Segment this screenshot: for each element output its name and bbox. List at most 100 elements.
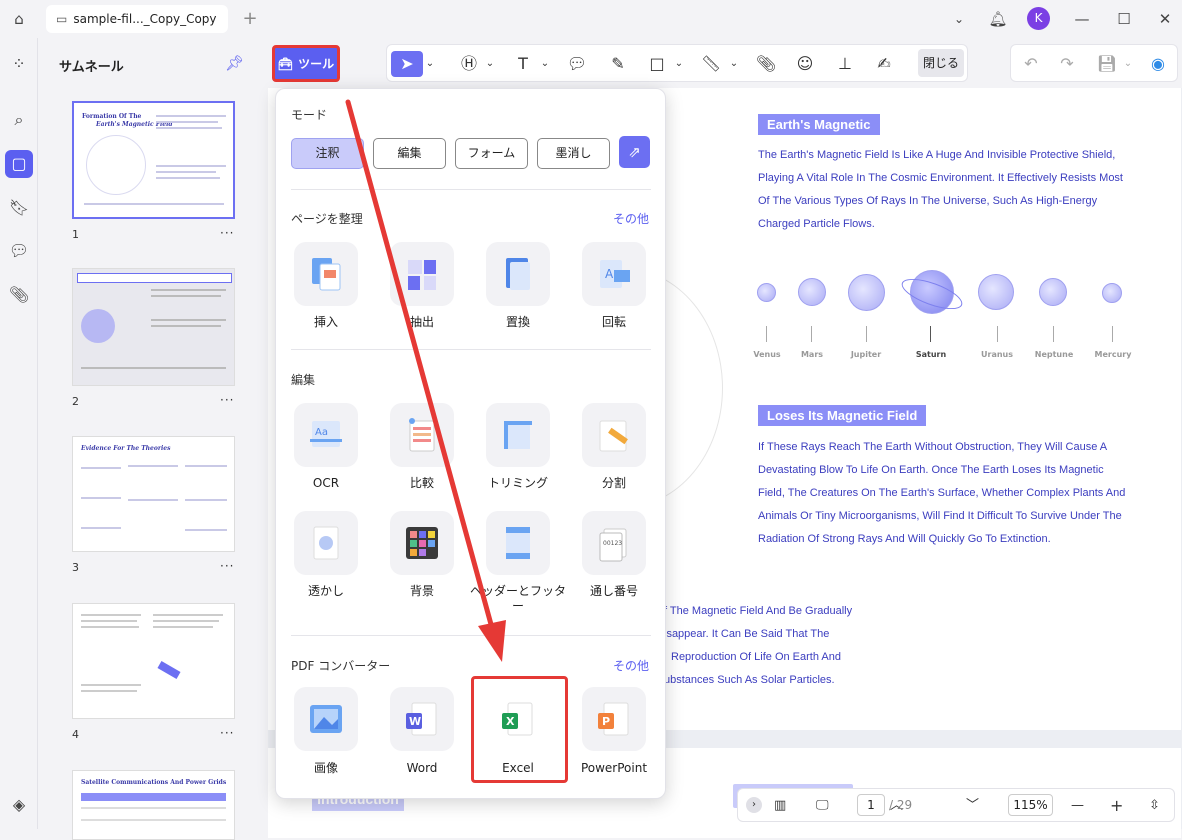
chevron-down-icon[interactable]: ⌄ [674,51,684,77]
page-number-input[interactable]: 1 [857,794,885,816]
thumbnail-page-4[interactable] [72,603,235,719]
paragraph: The Earth's Magnetic Field Is Like A Hug… [758,149,1123,230]
signature-icon[interactable]: ✍︎ [872,51,896,77]
svg-text:W: W [409,715,421,728]
fit-page-icon[interactable]: ⇳ [1149,797,1160,815]
select-cursor-icon[interactable]: ➤ [391,51,423,77]
insert-page-icon[interactable] [294,242,358,306]
attachment-icon[interactable]: 📎︎ [7,283,31,307]
extract-page-icon[interactable] [390,242,454,306]
undo-icon[interactable]: ↶ [1019,51,1043,77]
thumbnail-page-3[interactable]: Evidence For The Theories [72,436,235,552]
maximize-icon[interactable]: ☐ [1113,9,1135,29]
more-options-icon[interactable]: ··· [220,226,234,240]
measure-tool-icon[interactable]: 📏︎ [699,51,723,77]
title-bar: ⌂ ▭ sample-fil..._Copy_Copy + ⌄ 🔔︎ K — ☐… [0,0,1182,38]
rectangle-tool-icon[interactable]: □ [645,51,669,77]
heading-tool-icon[interactable]: Ⓗ [457,51,481,77]
watermark-label: 透かし [307,584,344,598]
page-layout-icon[interactable]: ▥ [774,797,786,815]
thumbnail-heading: Formation Of The [82,113,142,120]
edit-section-title: 編集 [291,373,316,387]
word-convert-label: Word [406,761,438,775]
mode-annotate-button[interactable]: 注釈 [291,138,364,169]
chevron-down-icon[interactable]: ⌄ [948,9,970,29]
sticker-icon[interactable]: ☺ [793,51,817,77]
planet-label: Jupiter [850,350,882,359]
thumbnail-page-2[interactable] [72,268,235,386]
redo-icon[interactable]: ↷ [1055,51,1079,77]
minimize-icon[interactable]: — [1071,9,1093,29]
chevron-right-icon[interactable]: › [746,797,762,813]
notification-bell-icon[interactable]: 🔔︎ [987,9,1009,29]
image-convert-label: 画像 [313,761,338,775]
stamp-icon[interactable]: ⊥ [833,51,857,77]
close-window-icon[interactable]: ✕ [1154,9,1176,29]
document-icon: ▭ [56,12,68,26]
chevron-down-icon[interactable]: ⌄ [485,51,495,77]
planet-label: Mars [800,350,824,359]
background-label: 背景 [409,584,434,598]
new-tab-icon[interactable]: + [239,9,261,29]
highlighter-icon[interactable]: ✎ [606,51,630,77]
watermark-icon[interactable] [294,511,358,575]
pin-icon[interactable]: 📌︎ [225,54,244,72]
layers-icon[interactable]: ◈ [7,793,31,817]
total-pages: / 29 [889,798,913,812]
avatar[interactable]: K [1027,7,1050,30]
more-options-icon[interactable]: ··· [220,726,234,740]
chevron-down-icon[interactable]: ⌄ [540,51,550,77]
powerpoint-convert-icon[interactable]: P [582,687,646,751]
ocr-icon[interactable]: Aa [294,403,358,467]
thumbnails-icon[interactable]: ▢ [5,150,33,178]
header-footer-icon[interactable] [486,511,550,575]
mode-edit-button[interactable]: 編集 [373,138,446,169]
close-tools-button[interactable]: 閉じる [918,49,964,77]
toolbox-icon: 🧰︎ [277,56,294,71]
bates-number-label: 通し番号 [589,584,638,598]
bookmark-icon[interactable]: 🔖︎ [7,196,31,220]
left-sidebar: ⁘ ⌕ ▢ 🔖︎ 💬︎ 📎︎ ◈ [0,38,38,829]
word-convert-icon[interactable]: W [390,687,454,751]
save-icon[interactable]: 💾︎ [1095,51,1119,77]
zoom-out-icon[interactable]: — [1071,797,1084,815]
thumbnail-page-1[interactable]: Formation Of The Earth's Magnetic Field [72,101,235,219]
more-options-icon[interactable]: ··· [220,393,234,407]
ai-assistant-icon[interactable]: ◉ [1145,51,1171,77]
extract-label: 抽出 [409,315,434,329]
section-heading: Loses Its Magnetic Field [758,405,927,426]
compare-icon[interactable] [390,403,454,467]
crop-icon[interactable] [486,403,550,467]
document-tab[interactable]: ▭ sample-fil..._Copy_Copy [46,5,228,33]
image-convert-icon[interactable] [294,687,358,751]
presentation-icon[interactable]: 🖵︎ [816,797,829,815]
zoom-level-input[interactable]: 115% [1008,794,1053,816]
comment-icon[interactable]: 💬︎ [7,239,31,263]
text-tool-icon[interactable]: T [511,51,535,77]
chevron-down-icon[interactable]: ⌄ [1123,51,1133,77]
attachment-tool-icon[interactable]: 📎︎ [754,51,778,77]
search-icon[interactable]: ⌕ [7,108,31,132]
zoom-in-icon[interactable]: + [1110,797,1123,815]
home-icon[interactable]: ⌂ [8,9,30,29]
more-options-icon[interactable]: ··· [220,559,234,573]
background-icon[interactable] [390,511,454,575]
external-link-icon[interactable]: ⇗ [619,136,650,168]
converter-more-link[interactable]: その他 [613,657,649,674]
chevron-down-icon[interactable]: ⌄ [729,51,739,77]
svg-text:00123: 00123 [603,540,622,547]
bates-number-icon[interactable]: 00123 [582,511,646,575]
split-icon[interactable] [582,403,646,467]
next-page-icon[interactable]: ﹀ [966,797,979,815]
rotate-page-icon[interactable]: A [582,242,646,306]
svg-text:Aa: Aa [315,427,328,438]
tools-button[interactable]: 🧰︎ ツール [272,45,340,82]
thumbnail-page-5[interactable]: Satellite Communications And Power Grids [72,770,235,840]
mode-form-button[interactable]: フォーム [455,138,528,169]
organize-more-link[interactable]: その他 [613,210,649,227]
comment-tool-icon[interactable]: 💬︎ [565,51,589,77]
apps-grid-icon[interactable]: ⁘ [7,52,31,76]
chevron-down-icon[interactable]: ⌄ [425,51,435,77]
replace-page-icon[interactable] [486,242,550,306]
mode-redact-button[interactable]: 墨消し [537,138,610,169]
